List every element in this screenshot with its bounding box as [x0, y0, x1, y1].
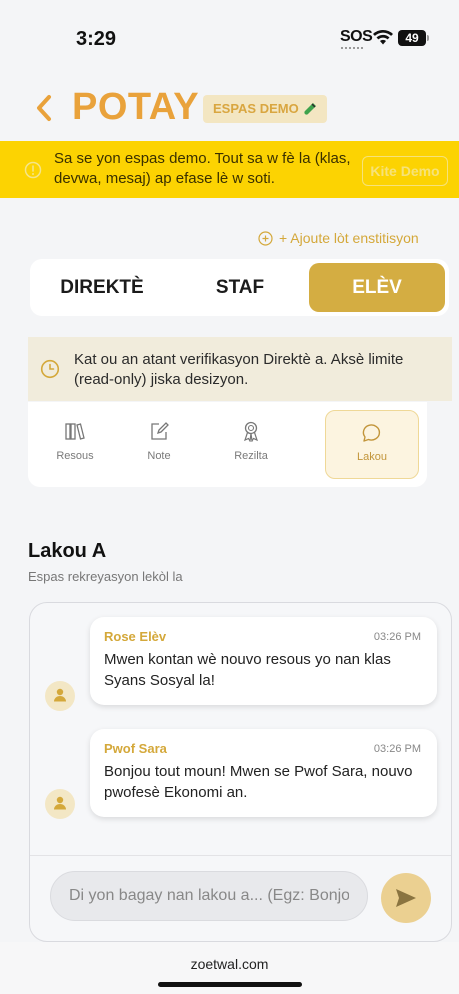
tab-student[interactable]: ELÈV — [309, 263, 445, 312]
send-button[interactable] — [381, 873, 431, 923]
demo-banner-text: Sa se yon espas demo. Tout sa w fè la (k… — [54, 150, 351, 187]
status-signal: SOS — [340, 28, 373, 45]
browser-url: zoetwal.com — [190, 956, 269, 972]
clock-icon — [40, 359, 60, 379]
exit-demo-button[interactable]: Kite Demo — [362, 156, 448, 186]
signal-dots-icon — [341, 47, 363, 50]
tab-results[interactable]: Rezilta — [204, 410, 298, 478]
message-time: 03:26 PM — [373, 631, 421, 643]
tab-staff[interactable]: STAF — [170, 263, 310, 312]
message-text: Mwen kontan wè nouvo resous yo nan klas … — [104, 651, 391, 689]
edit-note-icon — [151, 422, 169, 440]
composer-divider — [30, 855, 451, 856]
tab-notes-label: Note — [147, 450, 171, 462]
status-time: 3:29 — [76, 28, 117, 50]
app-header: POTAY ESPAS DEMO — [0, 84, 459, 134]
app-title: POTAY — [72, 86, 200, 128]
message-time: 03:26 PM — [373, 743, 421, 755]
demo-badge-label: ESPAS DEMO — [213, 101, 299, 116]
message-bubble: Rose Elèv 03:26 PM Mwen kontan wè nouvo … — [90, 617, 437, 705]
pending-verification-notice: Kat ou an atant verifikasyon Direktè a. … — [28, 337, 452, 401]
back-chevron-icon[interactable] — [34, 92, 54, 124]
avatar — [45, 789, 75, 819]
add-institution-label: + Ajoute lòt enstitisyon — [279, 230, 419, 246]
library-icon — [65, 423, 85, 440]
award-icon — [244, 421, 258, 442]
demo-badge: ESPAS DEMO — [203, 95, 327, 123]
message-bubble: Pwof Sara 03:26 PM Bonjou tout moun! Mwe… — [90, 729, 437, 817]
pending-notice-text: Kat ou an atant verifikasyon Direktè a. … — [74, 351, 404, 388]
group-subtitle: Espas rekreyasyon lekòl la — [28, 569, 183, 584]
group-title: Lakou A — [28, 540, 107, 562]
send-icon — [396, 889, 416, 907]
user-icon — [54, 796, 66, 810]
tab-resources[interactable]: Resous — [28, 410, 122, 478]
tab-lakou[interactable]: Lakou — [325, 410, 419, 479]
tab-resources-label: Resous — [56, 450, 94, 462]
battery-icon: 49 — [398, 30, 426, 46]
wifi-icon — [373, 30, 393, 45]
role-tabs: DIREKTÈ STAF ELÈV — [30, 259, 449, 316]
tab-lakou-label: Lakou — [357, 451, 387, 463]
message-input[interactable] — [50, 871, 368, 921]
demo-banner: Sa se yon espas demo. Tout sa w fè la (k… — [0, 141, 459, 198]
test-tube-icon — [304, 103, 316, 115]
browser-url-bar[interactable]: zoetwal.com — [0, 942, 459, 994]
user-icon — [54, 688, 66, 702]
plus-circle-icon — [258, 230, 273, 246]
tab-director[interactable]: DIREKTÈ — [34, 263, 170, 312]
tab-notes[interactable]: Note — [112, 410, 206, 478]
status-bar: 3:29 SOS 49 — [0, 0, 459, 80]
section-tabs: Resous Note Rezilta Lakou — [28, 402, 427, 487]
chat-bubble-icon — [362, 424, 381, 442]
avatar — [45, 681, 75, 711]
add-institution-link[interactable]: + Ajoute lòt enstitisyon — [258, 230, 419, 246]
battery-tip — [427, 35, 429, 41]
home-indicator — [158, 982, 302, 987]
message-text: Bonjou tout moun! Mwen se Pwof Sara, nou… — [104, 763, 413, 801]
info-icon — [24, 161, 42, 179]
chat-panel: Rose Elèv 03:26 PM Mwen kontan wè nouvo … — [29, 602, 452, 942]
tab-results-label: Rezilta — [234, 450, 268, 462]
